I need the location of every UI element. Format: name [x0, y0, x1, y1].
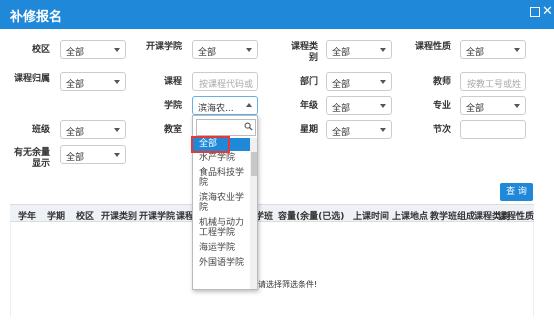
department-select[interactable]: 全部 — [326, 72, 392, 91]
title-bar: 补修报名 ✕ — [0, 0, 554, 29]
course-category-select[interactable]: 全部 — [326, 40, 392, 59]
chevron-down-icon — [114, 153, 120, 157]
course-label: 课程 — [163, 77, 182, 87]
open-college-label: 开课学院 — [145, 42, 182, 52]
col-header[interactable]: 教学班组成 — [430, 209, 475, 222]
campus-select[interactable]: 全部 — [60, 40, 126, 59]
period-label: 节次 — [432, 125, 451, 135]
class-label: 班级 — [31, 125, 50, 135]
classroom-label: 教室 — [163, 125, 182, 135]
col-header[interactable]: 上课时间 — [353, 209, 389, 222]
chevron-down-icon — [114, 48, 120, 52]
grade-select[interactable]: 全部 — [326, 96, 392, 115]
course-belong-label: 课程归属 — [14, 74, 51, 84]
grade-label: 年级 — [299, 101, 318, 111]
col-header[interactable]: 容量(余量(已选) — [278, 209, 344, 222]
col-header[interactable]: 课程性质 — [498, 209, 534, 222]
open-college-select[interactable]: 全部 — [192, 40, 258, 59]
dropdown-option[interactable]: 水产学院 — [193, 153, 250, 163]
chevron-down-icon — [380, 128, 386, 132]
table-body — [10, 222, 534, 317]
search-icon — [244, 122, 253, 131]
chevron-down-icon — [380, 104, 386, 108]
course-nature-label: 课程性质 — [415, 42, 452, 52]
college-select[interactable]: 滨海农... — [192, 96, 258, 115]
chevron-down-icon — [380, 80, 386, 84]
chevron-up-icon — [246, 103, 252, 107]
empty-message: 请选择筛选条件! — [258, 280, 318, 289]
chevron-down-icon — [514, 48, 520, 52]
chevron-down-icon — [514, 104, 520, 108]
window-title: 补修报名 — [10, 10, 63, 25]
scrollbar-thumb[interactable] — [251, 152, 257, 176]
course-nature-select[interactable]: 全部 — [460, 40, 526, 59]
weekday-label: 星期 — [299, 125, 318, 135]
class-select[interactable]: 全部 — [60, 120, 126, 139]
major-select[interactable]: 全部 — [460, 96, 526, 115]
highlight-box — [191, 136, 230, 153]
col-header[interactable]: 学年 — [18, 209, 36, 222]
remaining-select[interactable]: 全部 — [60, 145, 126, 164]
course-category-label: 课程类别 — [290, 42, 318, 63]
teacher-input[interactable]: 按教工号或姓 — [460, 72, 526, 91]
col-header[interactable]: 学期 — [47, 209, 65, 222]
query-button[interactable]: 查 询 — [500, 183, 533, 201]
chevron-down-icon — [380, 48, 386, 52]
major-label: 专业 — [432, 101, 451, 111]
weekday-select[interactable]: 全部 — [326, 120, 392, 139]
dropdown-option[interactable]: 滨海农业学院 — [193, 193, 250, 213]
dropdown-options: 全部 水产学院 食品科技学院 滨海农业学院 机械与动力工程学院 海运学院 外国语… — [193, 138, 250, 268]
close-icon[interactable]: ✕ — [542, 5, 553, 18]
period-input[interactable] — [460, 120, 526, 139]
course-belong-select[interactable]: 全部 — [60, 72, 126, 91]
dropdown-option[interactable]: 机械与动力工程学院 — [193, 218, 250, 238]
dropdown-option[interactable]: 外国语学院 — [193, 258, 250, 268]
col-header[interactable]: 开课学院 — [139, 209, 175, 222]
dropdown-search-input[interactable] — [196, 119, 256, 136]
dropdown-scrollbar[interactable] — [250, 138, 257, 289]
department-label: 部门 — [299, 77, 318, 87]
col-header[interactable]: 开课类别 — [101, 209, 137, 222]
chevron-down-icon — [114, 80, 120, 84]
maximize-icon[interactable] — [530, 7, 540, 17]
chevron-down-icon — [246, 48, 252, 52]
teacher-label: 教师 — [432, 77, 451, 87]
course-input[interactable]: 按课程代码或 — [192, 72, 258, 91]
dropdown-option[interactable]: 海运学院 — [193, 243, 250, 253]
col-header[interactable]: 校区 — [76, 209, 94, 222]
chevron-down-icon — [114, 128, 120, 132]
col-header[interactable]: 上课地点 — [392, 209, 428, 222]
remaining-label: 有无余量显示 — [14, 148, 51, 169]
campus-label: 校区 — [31, 45, 50, 55]
college-label: 学院 — [163, 101, 182, 111]
table-header: 学年 学期 校区 开课类别 开课学院 课程代码 教学班 容量(余量(已选) 上课… — [10, 204, 534, 222]
dropdown-option[interactable]: 食品科技学院 — [193, 168, 250, 188]
